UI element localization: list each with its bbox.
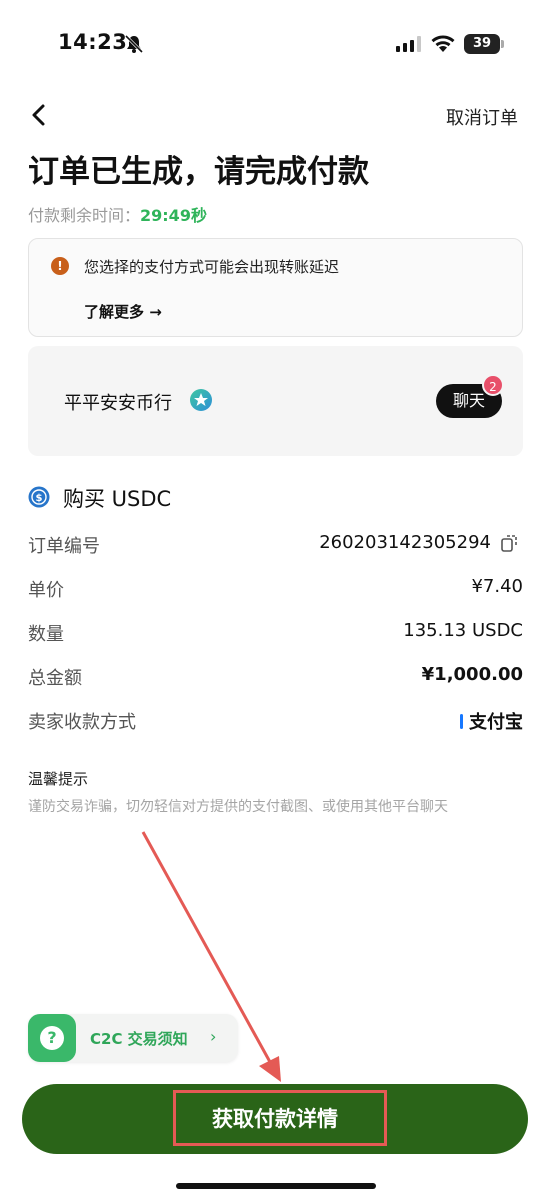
question-mark-icon: ? bbox=[40, 1026, 64, 1050]
battery-indicator: 39 bbox=[464, 34, 504, 54]
tips-text: 谨防交易诈骗，切勿轻信对方提供的支付截图、或使用其他平台聊天 bbox=[28, 799, 448, 815]
home-indicator bbox=[176, 1183, 376, 1189]
battery-tip bbox=[501, 40, 504, 48]
learn-more-link[interactable]: 了解更多 → bbox=[84, 301, 162, 322]
total-amount-value: ¥1,000.00 bbox=[421, 664, 523, 685]
c2c-guide-label: C2C 交易须知 bbox=[90, 1030, 188, 1048]
timer-label: 付款剩余时间： bbox=[28, 206, 141, 225]
order-number-value: 260203142305294 bbox=[319, 532, 491, 553]
usdc-coin-icon: $ bbox=[28, 486, 50, 508]
notice-text: 您选择的支付方式可能会出现转账延迟 bbox=[84, 258, 340, 276]
quantity-value: 135.13 USDC bbox=[403, 620, 523, 641]
svg-text:$: $ bbox=[36, 493, 43, 504]
battery-level: 39 bbox=[464, 34, 500, 54]
unit-price-value: ¥7.40 bbox=[471, 576, 523, 597]
merchant-card: 平平安安币行 聊天 2 bbox=[28, 346, 523, 456]
total-amount-label: 总金额 bbox=[28, 668, 82, 689]
payment-method-value: 支付宝 bbox=[460, 708, 523, 734]
annotation-highlight-box bbox=[173, 1090, 387, 1146]
verified-star-icon bbox=[190, 389, 212, 411]
c2c-guide-button[interactable]: ? C2C 交易须知 › bbox=[28, 1014, 238, 1062]
transfer-delay-notice: ! 您选择的支付方式可能会出现转账延迟 了解更多 → bbox=[28, 238, 523, 337]
timer-value: 29:49秒 bbox=[140, 206, 207, 225]
payment-method-name: 支付宝 bbox=[469, 712, 523, 733]
cancel-order-button[interactable]: 取消订单 bbox=[446, 104, 518, 130]
payment-method-marker bbox=[460, 714, 463, 729]
merchant-name: 平平安安币行 bbox=[64, 393, 172, 414]
wifi-icon bbox=[431, 35, 455, 52]
signal-icon bbox=[396, 36, 421, 52]
page-title: 订单已生成，请完成付款 bbox=[28, 154, 369, 190]
order-number-label: 订单编号 bbox=[28, 536, 100, 557]
warning-icon: ! bbox=[51, 257, 69, 275]
quantity-label: 数量 bbox=[28, 624, 64, 645]
bell-muted-icon bbox=[124, 34, 144, 54]
chat-unread-badge: 2 bbox=[482, 374, 504, 396]
order-heading: 购买 USDC bbox=[63, 487, 172, 511]
help-icon: ? bbox=[28, 1014, 76, 1062]
payment-method-label: 卖家收款方式 bbox=[28, 712, 136, 733]
tips-title: 温馨提示 bbox=[28, 770, 89, 788]
payment-timer: 付款剩余时间：29:49秒 bbox=[28, 202, 207, 226]
status-time: 14:23 bbox=[58, 30, 128, 54]
back-icon[interactable] bbox=[28, 102, 50, 128]
chevron-right-icon: › bbox=[210, 1027, 217, 1046]
unit-price-label: 单价 bbox=[28, 580, 64, 601]
status-bar: 14:23 39 bbox=[0, 0, 551, 90]
copy-icon[interactable] bbox=[501, 533, 519, 553]
